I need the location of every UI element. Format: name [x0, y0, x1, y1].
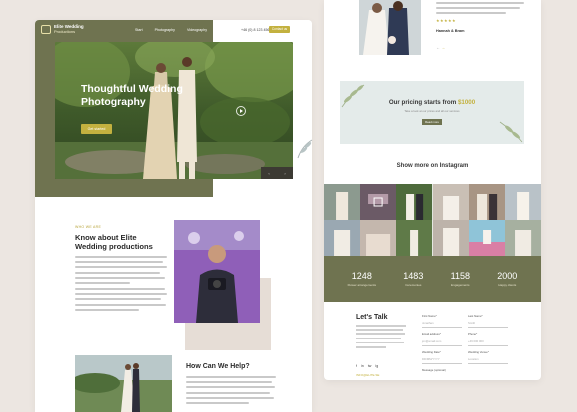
logo-subtitle: Productions — [54, 28, 76, 34]
testimonial-nav: ← → — [436, 45, 445, 50]
stat-item: 1248 Flower arrangements — [348, 271, 376, 287]
contact-paragraph — [356, 325, 406, 350]
linkedin-icon[interactable]: in — [361, 364, 364, 368]
stat-item: 2000 Happy clients — [497, 271, 517, 287]
instagram-post[interactable] — [504, 220, 541, 256]
instagram-post[interactable] — [396, 220, 433, 256]
stat-label: Engagements — [451, 283, 470, 287]
chevron-right-icon[interactable]: › — [284, 171, 285, 176]
instagram-post[interactable] — [360, 184, 397, 220]
videographer-photo — [174, 220, 260, 323]
about-paragraph-2 — [75, 288, 167, 314]
get-started-button[interactable]: Get started — [81, 124, 112, 134]
contact-section-title: Let's Talk — [356, 314, 388, 321]
hero-title: Thoughtful Wedding Photography — [81, 83, 183, 108]
menu-item-start[interactable]: Start — [135, 28, 143, 32]
stat-item: 1483 Ceremonies — [403, 271, 423, 287]
instagram-post[interactable] — [324, 184, 361, 220]
stat-value: 1248 — [351, 271, 372, 281]
first-name-field[interactable]: First Name* Jonathan — [422, 314, 462, 328]
twitter-icon[interactable]: tw — [368, 364, 372, 368]
stat-value: 1483 — [403, 271, 424, 281]
message-field[interactable]: Message (optional) — [422, 368, 446, 372]
stat-item: 1158 Engagements — [451, 271, 470, 287]
top-navigation: Elite Wedding Productions Start Photogra… — [35, 20, 312, 40]
about-photo — [174, 220, 260, 323]
menu-item-videography[interactable]: Videography — [187, 28, 207, 32]
stats-bar: 1248 Flower arrangements 1483 Ceremonies… — [324, 256, 541, 302]
about-section-title: Know about Elite Wedding productions — [75, 233, 153, 252]
stat-label: Flower arrangements — [347, 283, 376, 287]
phone-field[interactable]: Phone* +46 000 000 — [468, 332, 508, 346]
testimonial-author: Hannah & Bram — [436, 29, 465, 33]
about-section-tag: WHO WE ARE — [75, 225, 102, 229]
facebook-icon[interactable]: f — [356, 364, 357, 368]
menu-item-photography[interactable]: Photography — [155, 28, 175, 32]
landing-page-preview-right: ★★★★★ Hannah & Bram ← → Our pricing star… — [324, 0, 541, 380]
landing-page-preview-left: Elite Wedding Productions Start Photogra… — [35, 20, 312, 412]
phone-number[interactable]: +46 (0) 8 123 456 — [241, 28, 269, 32]
pricing-subtitle: Take a look at our prices and all our se… — [404, 109, 460, 113]
hero-slider-nav: ‹ › — [261, 167, 293, 179]
logo[interactable]: Elite Wedding Productions — [41, 24, 84, 35]
couple-landscape-photo — [75, 355, 172, 412]
wedding-venue-field[interactable]: Wedding Venue* Location — [468, 350, 508, 364]
rating-stars-icon: ★★★★★ — [436, 18, 456, 23]
instagram-post[interactable] — [360, 220, 397, 256]
instagram-post[interactable] — [504, 184, 541, 220]
wedding-couple-photo — [55, 42, 293, 179]
stat-value: 2000 — [497, 271, 518, 281]
pricing-read-more-button[interactable]: Read more — [422, 119, 442, 125]
arrow-right-icon[interactable]: → — [441, 45, 445, 50]
pricing-banner: Our pricing starts from $1000 Take a loo… — [340, 81, 524, 144]
arrow-left-icon[interactable]: ← — [436, 45, 440, 50]
testimonial-photo — [359, 0, 421, 55]
stat-label: Ceremonies — [405, 283, 422, 287]
about-paragraph-1 — [75, 256, 167, 287]
instagram-icon[interactable]: ig — [375, 364, 378, 368]
contact-email-link[interactable]: INFO@ELITE.SE — [356, 373, 379, 377]
last-name-field[interactable]: Last Name* Smith — [468, 314, 508, 328]
email-field[interactable]: Email address* jon@email.com — [422, 332, 462, 346]
instagram-section-title: Show more on Instagram — [396, 163, 469, 169]
leaf-decoration-icon — [499, 121, 523, 143]
testimonial-text — [436, 2, 524, 16]
instagram-post[interactable] — [432, 184, 469, 220]
stat-value: 1158 — [450, 271, 470, 281]
play-video-icon[interactable] — [236, 106, 246, 116]
nav-right-section: +46 (0) 8 123 456 Contact us — [213, 20, 312, 40]
social-links: f in tw ig — [356, 364, 378, 368]
help-photo — [75, 355, 172, 412]
leaf-decoration-icon — [297, 139, 313, 159]
hero-photo — [55, 42, 293, 179]
stat-label: Happy clients — [498, 283, 517, 287]
instagram-post[interactable] — [468, 184, 505, 220]
chevron-left-icon[interactable]: ‹ — [268, 171, 269, 176]
pricing-title: Our pricing starts from $1000 — [388, 99, 476, 106]
camera-icon — [41, 25, 51, 35]
instagram-post[interactable] — [468, 220, 505, 256]
instagram-post[interactable] — [396, 184, 433, 220]
wedding-date-field[interactable]: Wedding Date* DD/MM/YYYY — [422, 350, 462, 364]
contact-button[interactable]: Contact us — [269, 26, 290, 33]
help-paragraph — [186, 376, 276, 407]
instagram-grid — [324, 184, 541, 256]
instagram-post[interactable] — [432, 220, 469, 256]
instagram-post[interactable] — [324, 220, 361, 256]
help-section-title: How Can We Help? — [186, 363, 250, 370]
pricing-amount: $1000 — [457, 99, 476, 106]
bride-groom-photo — [359, 0, 421, 55]
